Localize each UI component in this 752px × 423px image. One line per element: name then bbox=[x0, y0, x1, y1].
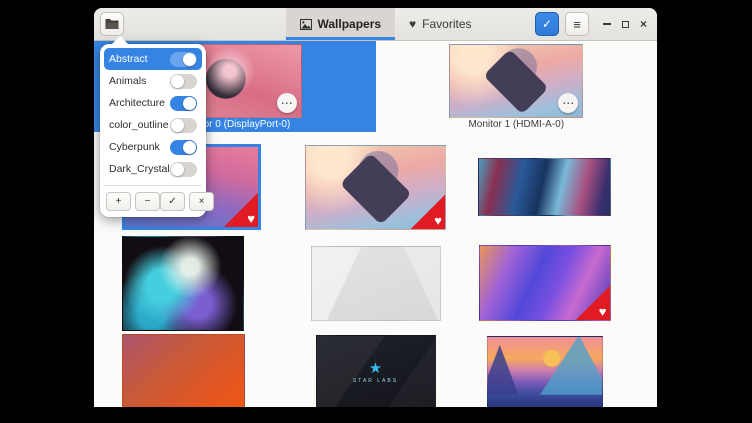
toggle-switch[interactable] bbox=[170, 118, 197, 133]
grid-cell: ♥ bbox=[291, 140, 460, 234]
popover-actions-right: ✓× bbox=[160, 192, 214, 211]
grid-cell: ♥ bbox=[460, 234, 629, 332]
wallpaper-tile-island[interactable]: ♥ bbox=[305, 145, 446, 230]
grid-cell bbox=[122, 332, 291, 407]
open-folder-button[interactable] bbox=[100, 12, 124, 36]
wallpaper-row: ★ STAR LABS bbox=[122, 332, 629, 407]
maximize-button[interactable] bbox=[622, 21, 629, 28]
tab-favorites[interactable]: ♥ Favorites bbox=[395, 8, 485, 40]
grid-cell bbox=[291, 234, 460, 332]
star-logo-icon: ★ bbox=[369, 361, 382, 376]
remove-category-button[interactable]: − bbox=[135, 192, 160, 211]
wallpaper-tile-star-labs[interactable]: ★ STAR LABS bbox=[316, 335, 436, 407]
toggle-knob bbox=[183, 53, 196, 66]
heart-icon: ♥ bbox=[599, 305, 607, 318]
view-switcher: Wallpapers ♥ Favorites bbox=[285, 8, 485, 40]
monitor-1-preview[interactable]: ⋯ bbox=[449, 44, 583, 118]
category-label: color_outline bbox=[109, 119, 169, 131]
toggle-knob bbox=[183, 97, 196, 110]
apply-wallpaper-button[interactable]: ✓ bbox=[535, 12, 559, 36]
toggle-knob bbox=[183, 141, 196, 154]
open-folder-icon bbox=[105, 18, 119, 30]
close-icon: × bbox=[640, 17, 647, 31]
monitor-1-more-button[interactable]: ⋯ bbox=[558, 93, 578, 113]
favorite-badge: ♥ bbox=[411, 195, 445, 229]
favorite-badge: ♥ bbox=[224, 193, 258, 227]
wallpaper-row: ♥ bbox=[122, 234, 629, 332]
wallpaper-tile-gray-geo[interactable] bbox=[311, 246, 441, 321]
monitor-1-label: Monitor 1 (HDMI-A-0) bbox=[468, 119, 564, 130]
category-item-color_outline[interactable]: color_outline bbox=[104, 114, 202, 136]
toggle-switch[interactable] bbox=[170, 52, 197, 67]
wallpaper-tile-ink-smoke[interactable] bbox=[122, 236, 244, 331]
categories-popover: Abstract Animals Architecture color_outline… bbox=[100, 44, 206, 217]
tab-wallpapers[interactable]: Wallpapers bbox=[285, 8, 395, 40]
heart-icon: ♥ bbox=[434, 214, 442, 227]
main-menu-button[interactable]: ≡ bbox=[565, 12, 589, 36]
toggle-switch[interactable] bbox=[170, 140, 197, 155]
ellipsis-icon: ⋯ bbox=[281, 97, 293, 109]
monitor-0-more-button[interactable]: ⋯ bbox=[277, 93, 297, 113]
checkmark-icon: ✓ bbox=[542, 17, 552, 31]
cancel-category-button[interactable]: × bbox=[189, 192, 214, 211]
close-button[interactable]: × bbox=[640, 15, 647, 33]
toggle-knob bbox=[171, 75, 184, 88]
category-item-architecture[interactable]: Architecture bbox=[104, 92, 202, 114]
minimize-button[interactable] bbox=[603, 23, 611, 25]
category-item-animals[interactable]: Animals bbox=[104, 70, 202, 92]
header-bar: Wallpapers ♥ Favorites ✓ ≡ × bbox=[94, 8, 657, 41]
category-item-cyberpunk[interactable]: Cyberpunk bbox=[104, 136, 202, 158]
window-controls: × bbox=[603, 15, 647, 33]
wallpaper-tile-mountain-sunset[interactable] bbox=[487, 336, 603, 408]
grid-cell bbox=[460, 332, 629, 407]
minimize-icon bbox=[603, 23, 611, 25]
category-label: Abstract bbox=[109, 53, 148, 65]
tab-favorites-label: Favorites bbox=[422, 17, 471, 31]
image-icon bbox=[299, 19, 311, 30]
category-label: Cyberpunk bbox=[109, 141, 160, 153]
category-label: Dark_Crystal bbox=[109, 163, 170, 175]
wallpaper-caption: STAR LABS bbox=[353, 378, 398, 384]
category-label: Architecture bbox=[109, 97, 165, 109]
toggle-switch[interactable] bbox=[170, 162, 197, 177]
toggle-knob bbox=[171, 163, 184, 176]
ellipsis-icon: ⋯ bbox=[562, 97, 574, 109]
hamburger-icon: ≡ bbox=[573, 18, 581, 31]
grid-cell bbox=[122, 234, 291, 332]
category-label: Animals bbox=[109, 75, 146, 87]
popover-actions: +− ✓× bbox=[104, 185, 202, 211]
wallpaper-tile-orange-gradient[interactable] bbox=[122, 334, 245, 407]
monitor-1-cell[interactable]: ⋯ Monitor 1 (HDMI-A-0) bbox=[376, 40, 658, 132]
heart-icon: ♥ bbox=[409, 18, 416, 30]
wallpaper-tile-paint-clouds[interactable] bbox=[478, 158, 611, 216]
category-item-dark_crystal[interactable]: Dark_Crystal bbox=[104, 158, 202, 180]
header-actions: ✓ ≡ × bbox=[535, 8, 651, 40]
toggle-switch[interactable] bbox=[170, 74, 197, 89]
category-item-abstract[interactable]: Abstract bbox=[104, 48, 202, 70]
wallpaper-tile-neon-waves[interactable]: ♥ bbox=[479, 245, 611, 321]
heart-icon: ♥ bbox=[247, 212, 255, 225]
toggle-switch[interactable] bbox=[170, 96, 197, 111]
grid-cell: ★ STAR LABS bbox=[291, 332, 460, 407]
popover-actions-left: +− bbox=[106, 192, 160, 211]
app-window: Wallpapers ♥ Favorites ✓ ≡ × bbox=[94, 8, 657, 407]
maximize-icon bbox=[622, 21, 629, 28]
confirm-category-button[interactable]: ✓ bbox=[160, 192, 185, 211]
toggle-knob bbox=[171, 119, 184, 132]
tab-wallpapers-label: Wallpapers bbox=[317, 17, 381, 31]
grid-cell bbox=[460, 140, 629, 234]
add-category-button[interactable]: + bbox=[106, 192, 131, 211]
category-list: Abstract Animals Architecture color_outline… bbox=[104, 48, 202, 180]
favorite-badge: ♥ bbox=[576, 286, 610, 320]
